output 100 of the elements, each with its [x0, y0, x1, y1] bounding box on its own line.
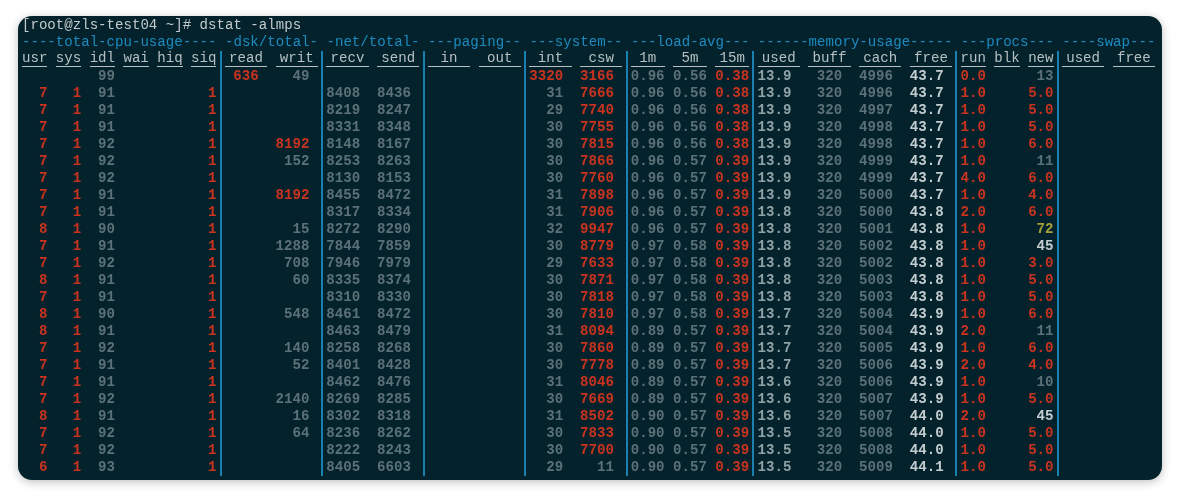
table-cell: 1 — [207, 102, 217, 118]
table-cell: 1.0 — [960, 153, 986, 169]
table-cell: 13.7 — [757, 340, 792, 356]
table-cell: 1 — [207, 153, 217, 169]
table-cell: 91 — [98, 187, 115, 203]
table-cell: 13.5 — [757, 459, 792, 475]
column-header: 5m — [673, 51, 707, 67]
table-cell: 7 — [38, 442, 48, 458]
table-cell: 4997 — [859, 102, 893, 118]
table-cell: 8285 — [377, 391, 411, 407]
table-cell: 6.0 — [1028, 340, 1054, 356]
table-cell: 320 — [816, 238, 843, 254]
table-cell: 92 — [98, 340, 115, 356]
table-cell: 15 — [292, 221, 310, 237]
table-cell: 44.1 — [909, 459, 944, 475]
table-cell: 13.6 — [757, 374, 792, 390]
table-cell: 32 — [546, 221, 564, 237]
table-cell: 1 — [72, 204, 82, 220]
table-cell: 8472 — [377, 187, 411, 203]
table-cell: 8148 — [326, 136, 361, 152]
table-cell: 43.7 — [909, 102, 944, 118]
table-cell: 8335 — [326, 272, 361, 288]
table-cell: 1 — [207, 238, 217, 254]
table-cell: 8401 — [326, 357, 361, 373]
table-cell: 5.0 — [1028, 459, 1054, 475]
table-cell: 0.57 — [673, 170, 707, 186]
table-cell: 43.7 — [909, 153, 944, 169]
table-cell: 30 — [546, 357, 564, 373]
table-cell: 0.39 — [715, 306, 750, 322]
table-cell: 3320 — [529, 68, 564, 84]
table-cell: 5007 — [859, 391, 893, 407]
table-cell: 8130 — [326, 170, 361, 186]
table-cell: 7898 — [580, 187, 614, 203]
column-header: in — [427, 51, 471, 67]
table-cell: 8476 — [377, 374, 411, 390]
table-cell: 93 — [98, 459, 115, 475]
table-cell: 1 — [207, 340, 217, 356]
table-cell: 13.8 — [757, 238, 792, 254]
table-cell: 1 — [72, 425, 82, 441]
table-cell: 43.9 — [909, 323, 944, 339]
table-cell: 1 — [72, 119, 82, 135]
table-cell: 320 — [816, 153, 843, 169]
table-cell: 320 — [816, 204, 843, 220]
table-cell: 8 — [38, 323, 48, 339]
table-cell: 29 — [546, 102, 564, 118]
table-cell: 1 — [72, 340, 82, 356]
table-cell: 5000 — [859, 187, 893, 203]
table-cell: 1.0 — [960, 374, 986, 390]
table-cell: 43.7 — [909, 136, 944, 152]
table-cell: 7844 — [326, 238, 361, 254]
table-cell: 30 — [546, 272, 564, 288]
table-cell: 1.0 — [960, 442, 986, 458]
table-cell: 0.90 — [630, 408, 665, 424]
table-cell: 8258 — [326, 340, 361, 356]
table-cell: 0.38 — [715, 119, 750, 135]
table-cell: 1 — [72, 85, 82, 101]
table-cell: 1 — [207, 187, 217, 203]
table-cell: 8779 — [580, 238, 614, 254]
table-cell: 320 — [816, 357, 843, 373]
table-cell: 1 — [72, 374, 82, 390]
table-cell: 13.9 — [757, 68, 792, 84]
table-cell: 1 — [72, 442, 82, 458]
column-header: writ — [275, 51, 318, 67]
table-cell: 1.0 — [960, 238, 986, 254]
table-cell: 92 — [98, 391, 115, 407]
table-cell: 6 — [38, 459, 48, 475]
table-cell: 4999 — [859, 153, 893, 169]
table-cell: 0.97 — [630, 306, 665, 322]
table-cell: 8330 — [377, 289, 411, 305]
table-cell: 0.56 — [673, 136, 707, 152]
table-cell: 0.96 — [630, 187, 665, 203]
table-cell: 1 — [207, 323, 217, 339]
column-header: 1m — [630, 51, 665, 67]
table-cell: 0.89 — [630, 391, 665, 407]
table-cell: 7740 — [580, 102, 614, 118]
table-cell: 0.89 — [630, 374, 665, 390]
table-cell: 64 — [292, 425, 310, 441]
table-cell: 7871 — [580, 272, 614, 288]
table-cell: 1 — [207, 136, 217, 152]
table-cell: 1 — [72, 238, 82, 254]
column-header: recv — [326, 51, 369, 67]
table-cell: 8290 — [377, 221, 411, 237]
table-cell: 6.0 — [1028, 204, 1054, 220]
table-cell: 30 — [546, 425, 564, 441]
table-cell: 1 — [72, 187, 82, 203]
table-cell: 5.0 — [1028, 85, 1054, 101]
table-cell: 43.9 — [909, 340, 944, 356]
table-cell: 0.39 — [715, 187, 750, 203]
table-cell: 1 — [207, 391, 217, 407]
table-cell: 0.39 — [715, 289, 750, 305]
table-cell: 31 — [546, 85, 564, 101]
table-cell: 2.0 — [960, 323, 986, 339]
table-cell: 0.39 — [715, 442, 750, 458]
table-cell: 0.96 — [630, 102, 665, 118]
column-header: run — [960, 51, 986, 67]
table-cell: 7778 — [580, 357, 614, 373]
table-cell: 92 — [98, 442, 115, 458]
table-cell: 91 — [98, 102, 115, 118]
table-cell: 13.8 — [757, 221, 792, 237]
table-cell: 8192 — [275, 187, 310, 203]
